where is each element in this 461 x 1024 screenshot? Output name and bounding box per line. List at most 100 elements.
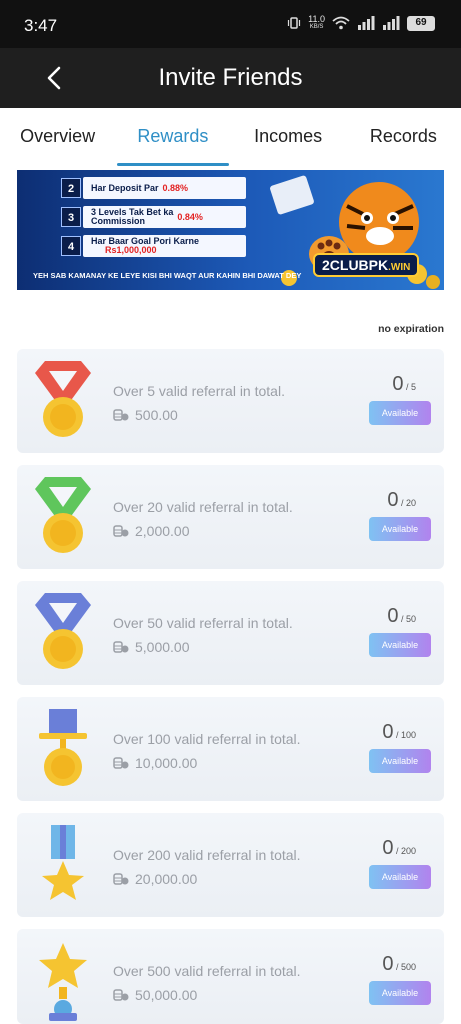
reward-amount: 500.00 [113,407,178,423]
status-time: 3:47 [24,16,58,35]
blue-ribbon-medal-icon [35,593,91,669]
banner-offer-accent: Rs1,000,000 [105,244,157,255]
banner-offer-number: 3 [61,206,81,227]
vibrate-icon [288,17,301,29]
reward-description: Over 200 valid referral in total. [113,847,301,863]
reward-amount-value: 20,000.00 [135,871,198,887]
banner-offer-number: 2 [61,177,81,198]
reward-amount: 5,000.00 [113,639,190,655]
brand-logo-main: 2CLUBPK [322,257,389,273]
battery-indicator: 69 [407,15,435,31]
reward-amount: 20,000.00 [113,871,197,887]
reward-card: Over 100 valid referral in total. 10,000… [17,697,444,801]
reward-description: Over 500 valid referral in total. [113,963,301,979]
gold-star-trophy-icon [39,943,87,1021]
progress-target: 5 [410,382,416,392]
reward-card: Over 5 valid referral in total. 500.00 0… [17,349,444,453]
available-button[interactable]: Available [369,749,431,773]
banner-offer-accent: 0.84% [177,211,203,222]
reward-amount: 10,000.00 [113,755,197,771]
brand-logo-suffix: .WIN [388,262,411,273]
banner-offers: 2 Har Deposit Par 0.88% 3 3 Levels Tak B… [61,174,246,261]
progress-current: 0 [387,489,399,511]
progress-target: 200 [400,846,416,856]
progress-current: 0 [382,837,394,859]
reward-description: Over 100 valid referral in total. [113,731,301,747]
banner-offer-text-block: 3 Levels Tak Bet ka Commission [91,207,173,226]
tab-bar: Overview Rewards Incomes Records [0,108,461,166]
reward-amount-value: 50,000.00 [135,987,198,1003]
reward-progress: 0 / 20 [387,489,416,511]
star-medal-icon [42,825,84,900]
promo-banner[interactable]: 2 Har Deposit Par 0.88% 3 3 Levels Tak B… [17,170,444,290]
network-speed: 11.0 KB/S [308,15,325,31]
banner-offer-row: 3 3 Levels Tak Bet ka Commission 0.84% [61,203,246,230]
banner-offer-text: Har Deposit Par [91,182,159,193]
coins-icon [113,641,129,653]
progress-current: 0 [387,605,399,627]
tab-records[interactable]: Records [346,108,461,166]
hat-medal-icon [39,709,87,786]
tab-overview[interactable]: Overview [0,108,115,166]
brand-logo: 2CLUBPK.WIN [313,253,420,277]
coins-icon [113,989,129,1001]
green-ribbon-medal-icon [35,477,91,553]
banner-offer-text: Commission [91,215,146,226]
available-button[interactable]: Available [369,865,431,889]
reward-progress: 0 / 5 [392,373,416,395]
reward-amount-value: 500.00 [135,407,178,423]
reward-description: Over 20 valid referral in total. [113,499,293,515]
available-button[interactable]: Available [369,633,431,657]
progress-target: 100 [400,730,416,740]
reward-amount-value: 5,000.00 [135,639,190,655]
progress-target: 20 [405,498,416,508]
reward-progress: 0 / 500 [382,953,416,975]
expiration-label: no expiration [378,323,444,335]
banner-offer-number: 4 [61,235,81,256]
banner-offer-row: 2 Har Deposit Par 0.88% [61,174,246,201]
banner-footer-text: YEH SAB KAMANAY KE LEYE KISI BHI WAQT AU… [33,271,302,280]
available-button[interactable]: Available [369,401,431,425]
banner-offer-accent: 0.88% [162,182,189,193]
reward-amount: 50,000.00 [113,987,197,1003]
network-speed-value: 11.0 [308,14,325,24]
available-button[interactable]: Available [369,981,431,1005]
reward-card: Over 50 valid referral in total. 5,000.0… [17,581,444,685]
reward-description: Over 50 valid referral in total. [113,615,293,631]
progress-current: 0 [392,373,404,395]
reward-card: Over 500 valid referral in total. 50,000… [17,929,444,1024]
reward-amount-value: 2,000.00 [135,523,190,539]
network-speed-unit: KB/S [309,24,324,30]
red-ribbon-medal-icon [35,361,91,437]
coins-icon [113,409,129,421]
status-bar: 3:47 11.0 KB/S 69 [0,0,461,48]
reward-card: Over 200 valid referral in total. 20,000… [17,813,444,917]
banner-offer-pill: 3 Levels Tak Bet ka Commission 0.84% [83,205,246,228]
progress-target: 500 [400,962,416,972]
coins-icon [113,757,129,769]
tab-incomes[interactable]: Incomes [231,108,346,166]
reward-amount: 2,000.00 [113,523,190,539]
reward-progress: 0 / 100 [382,721,416,743]
banner-offer-pill: Har Baar Goal Pori Karne Rs1,000,000 [83,234,246,257]
reward-progress: 0 / 200 [382,837,416,859]
progress-target: 50 [405,614,416,624]
reward-amount-value: 10,000.00 [135,755,198,771]
reward-card: Over 20 valid referral in total. 2,000.0… [17,465,444,569]
progress-current: 0 [382,953,394,975]
banner-offer-row: 4 Har Baar Goal Pori Karne Rs1,000,000 [61,232,246,259]
reward-description: Over 5 valid referral in total. [113,383,285,399]
page-title: Invite Friends [158,64,303,91]
reward-progress: 0 / 50 [387,605,416,627]
coins-icon [113,873,129,885]
signal-icon-2 [383,16,400,30]
available-button[interactable]: Available [369,517,431,541]
app-header: Invite Friends [0,48,461,108]
banner-offer-pill: Har Deposit Par 0.88% [83,176,246,199]
progress-current: 0 [382,721,394,743]
wifi-icon [332,16,350,30]
signal-icon [358,16,375,30]
tab-rewards[interactable]: Rewards [115,108,230,166]
coins-icon [113,525,129,537]
status-icons: 11.0 KB/S 69 [287,15,435,31]
